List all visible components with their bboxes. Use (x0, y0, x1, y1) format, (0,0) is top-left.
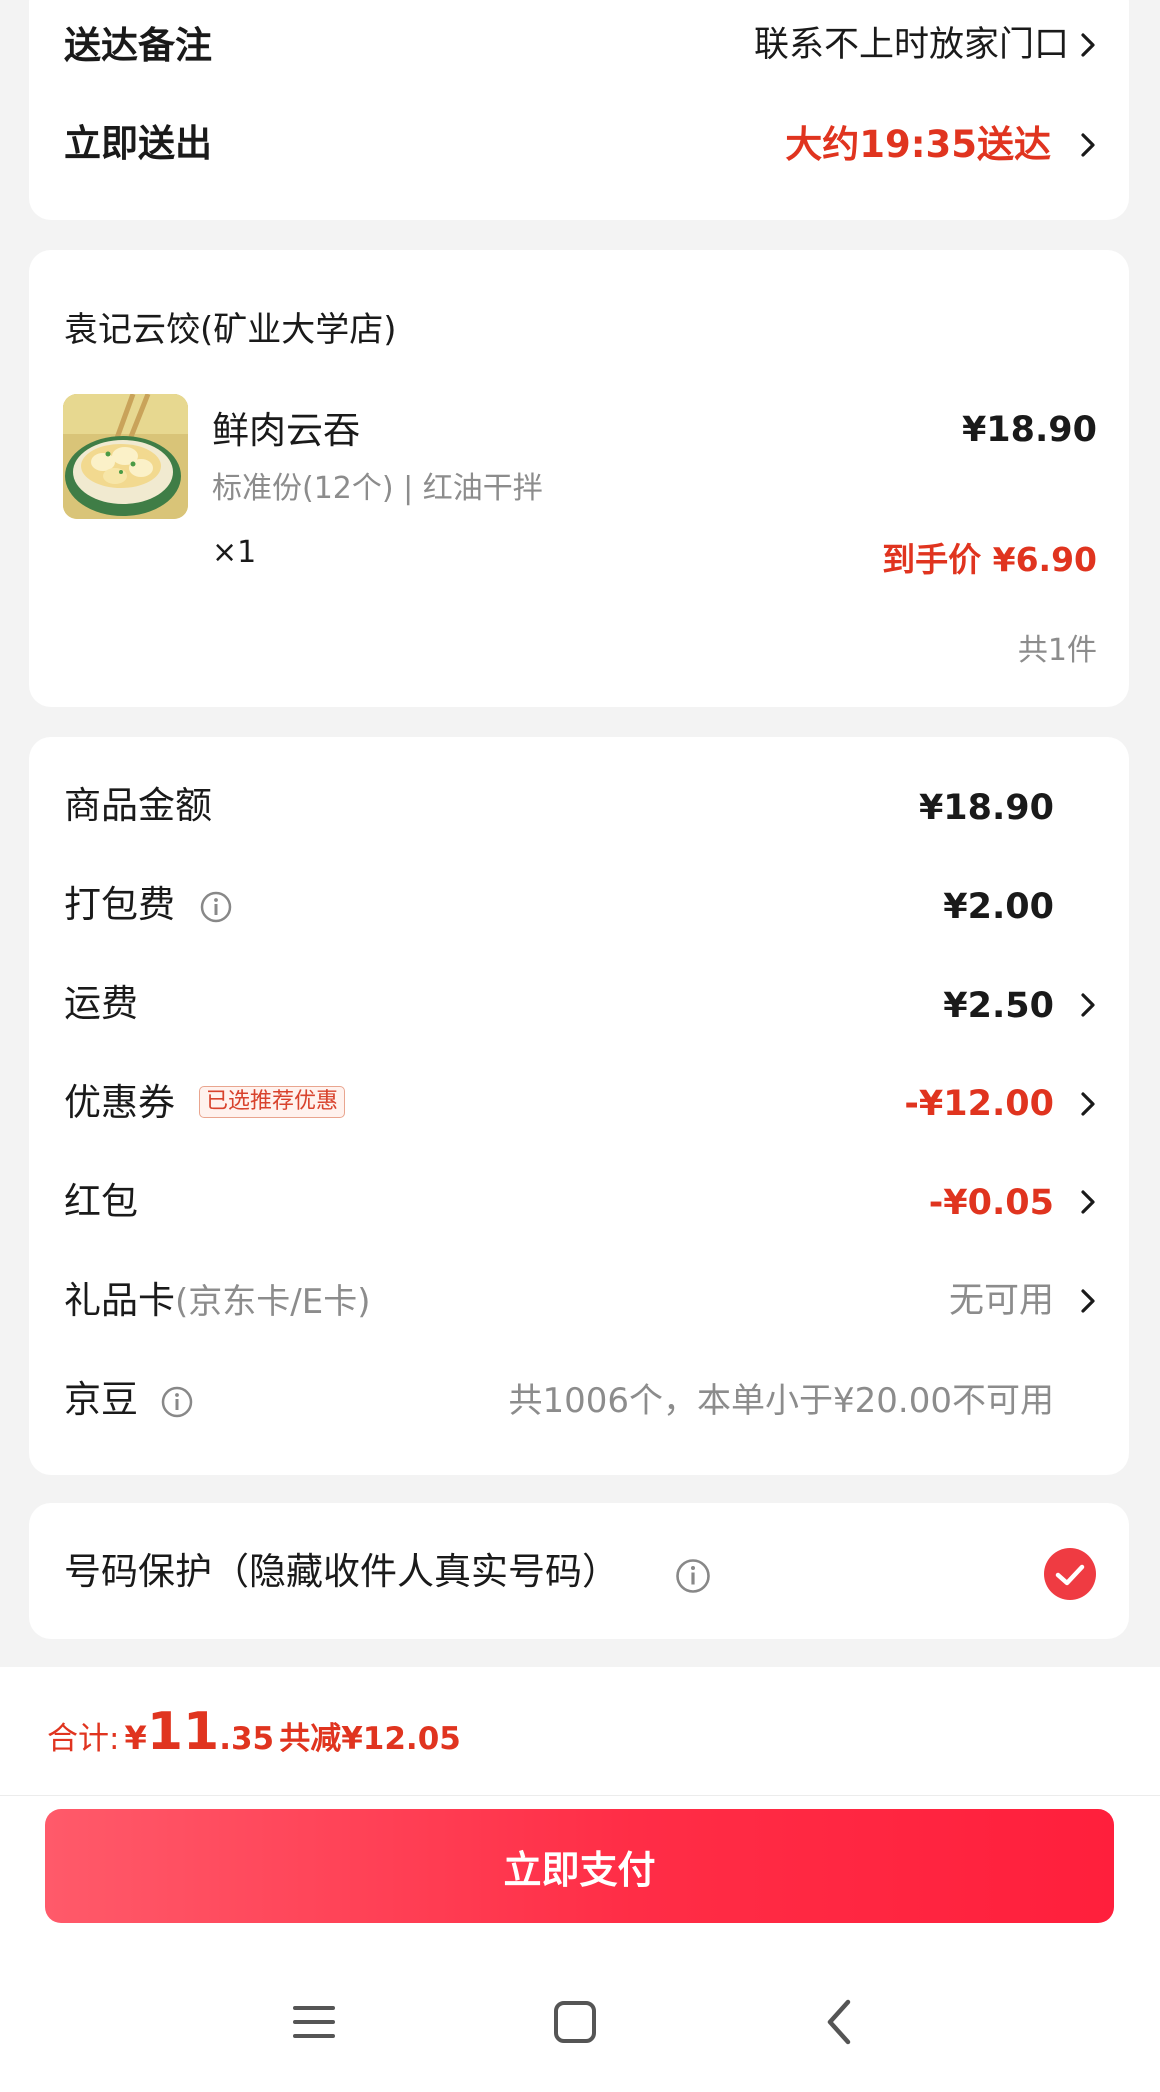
menu-icon[interactable] (292, 2000, 336, 2044)
info-circle-icon[interactable] (199, 890, 233, 924)
total-decimal: .35 (219, 1721, 275, 1757)
divider (0, 1795, 1160, 1796)
chevron-right-icon[interactable] (1075, 990, 1101, 1020)
total-saved: 共减¥12.05 (279, 1721, 461, 1757)
item-quantity: ×1 (212, 535, 257, 570)
coupon-recommended-tag: 已选推荐优惠 (199, 1086, 346, 1119)
item-total-count: 共1件 (1017, 633, 1097, 668)
total-currency: ¥ (124, 1719, 147, 1757)
item-spec: 标准份(12个) | 红油干拌 (212, 471, 543, 506)
delivery-card: 送达备注 联系不上时放家门口 立即送出 大约19:35送达 (29, 0, 1129, 220)
item-name: 鲜肉云吞 (212, 409, 360, 452)
check-circle-icon[interactable] (1044, 1548, 1096, 1600)
total-integer: 11 (146, 1702, 220, 1762)
coupon-label: 优惠券 (64, 1081, 175, 1124)
info-circle-icon[interactable] (674, 1557, 712, 1595)
total-label: 合计: (47, 1721, 120, 1757)
jingdou-label: 京豆 (64, 1378, 138, 1421)
order-card: 袁记云饺(矿业大学店) 鲜肉云吞 标准份(12个) | 红油干拌 ×1 ¥18.… (29, 250, 1129, 707)
chevron-right-icon[interactable] (1075, 1089, 1101, 1119)
store-name[interactable]: 袁记云饺(矿业大学店) (64, 302, 397, 351)
delivery-time-value[interactable]: 大约19:35送达 (785, 126, 1051, 163)
privacy-card: 号码保护（隐藏收件人真实号码） (29, 1503, 1129, 1639)
gift-card-label-sub: (京东卡/E卡) (175, 1282, 371, 1322)
packing-fee-label: 打包费 (64, 883, 175, 926)
jingdou-value: 共1006个，本单小于¥20.00不可用 (508, 1381, 1055, 1421)
shipping-fee-label: 运费 (64, 982, 138, 1025)
item-price: ¥18.90 (961, 410, 1097, 450)
gift-card-label: 礼品卡(京东卡/E卡) (64, 1282, 370, 1319)
info-circle-icon[interactable] (160, 1385, 194, 1419)
privacy-label: 号码保护（隐藏收件人真实号码） (64, 1550, 619, 1593)
back-chevron-icon[interactable] (822, 1998, 856, 2046)
delivery-note-label: 送达备注 (64, 24, 212, 67)
gift-card-value[interactable]: 无可用 (949, 1284, 1054, 1319)
chevron-right-icon[interactable] (1075, 1286, 1101, 1316)
goods-amount-value: ¥18.90 (918, 788, 1054, 828)
fees-card: 商品金额 ¥18.90 打包费 ¥2.00 运费 ¥2.50 优惠券 已选推荐优… (29, 737, 1129, 1475)
chevron-right-icon[interactable] (1075, 130, 1101, 160)
shipping-fee-value[interactable]: ¥2.50 (943, 989, 1054, 1024)
goods-amount-label: 商品金额 (64, 784, 212, 827)
red-packet-label: 红包 (64, 1180, 138, 1223)
pay-now-button[interactable]: 立即支付 (45, 1809, 1114, 1923)
system-nav-bar (0, 1960, 1160, 2092)
delivery-note-value[interactable]: 联系不上时放家门口 (754, 28, 1069, 63)
home-square-icon[interactable] (553, 2000, 597, 2044)
item-final-price: 到手价 ¥6.90 (882, 540, 1097, 579)
red-packet-value[interactable]: -¥0.05 (929, 1186, 1054, 1221)
total-summary: 合计: ¥11.35 共减¥12.05 (47, 1706, 461, 1758)
item-thumbnail[interactable] (63, 394, 188, 519)
gift-card-label-main: 礼品卡 (64, 1279, 175, 1322)
coupon-value[interactable]: -¥12.00 (904, 1087, 1054, 1122)
delivery-time-label: 立即送出 (64, 122, 212, 165)
chevron-right-icon[interactable] (1075, 1187, 1101, 1217)
chevron-right-icon[interactable] (1075, 30, 1101, 60)
packing-fee-value: ¥2.00 (943, 887, 1054, 927)
